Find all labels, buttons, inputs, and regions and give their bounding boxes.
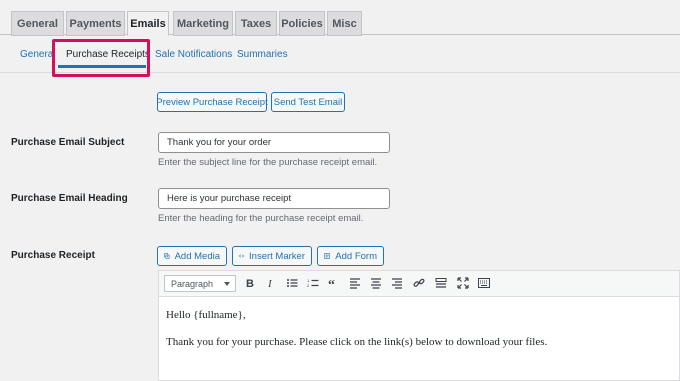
preview-receipt-button[interactable]: Preview Purchase Receipt xyxy=(156,92,268,112)
settings-tabs: General Payments Emails Marketing Taxes … xyxy=(0,0,680,36)
tab-misc[interactable]: Misc xyxy=(327,11,362,36)
receipt-editor: Paragraph B I 12 “ Hello {fullname}, Tha… xyxy=(158,270,680,381)
send-test-email-button[interactable]: Send Test Email xyxy=(271,92,345,112)
subnav-summaries[interactable]: Summaries xyxy=(237,49,288,60)
svg-text:I: I xyxy=(267,278,273,289)
add-media-button[interactable]: Add Media xyxy=(157,246,227,266)
heading-label: Purchase Email Heading xyxy=(11,193,128,204)
heading-input[interactable]: Here is your purchase receipt xyxy=(158,188,390,209)
link-icon[interactable] xyxy=(412,276,426,290)
add-form-button[interactable]: Add Form xyxy=(317,246,384,266)
insert-marker-button[interactable]: Insert Marker xyxy=(232,246,312,266)
receipt-label: Purchase Receipt xyxy=(11,250,95,261)
insert-marker-label: Insert Marker xyxy=(249,250,305,262)
highlight-box xyxy=(52,39,150,77)
code-icon xyxy=(239,254,245,258)
content-greeting: Hello {fullname}, xyxy=(166,309,246,321)
align-right-icon[interactable] xyxy=(390,276,404,290)
italic-icon[interactable]: I xyxy=(264,276,278,290)
tab-policies[interactable]: Policies xyxy=(279,11,325,36)
subject-description: Enter the subject line for the purchase … xyxy=(158,157,378,168)
align-center-icon[interactable] xyxy=(369,276,383,290)
tab-payments[interactable]: Payments xyxy=(66,11,125,36)
horizontal-rule-icon[interactable] xyxy=(434,276,448,290)
fullscreen-icon[interactable] xyxy=(456,276,470,290)
tab-emails[interactable]: Emails xyxy=(127,11,169,36)
add-form-label: Add Form xyxy=(335,250,377,262)
tab-marketing[interactable]: Marketing xyxy=(173,11,233,36)
numbered-list-icon[interactable]: 12 xyxy=(306,276,320,290)
subnav-general[interactable]: General xyxy=(20,49,56,60)
form-icon xyxy=(324,253,331,259)
tab-general[interactable]: General xyxy=(11,11,64,36)
content-body: Thank you for your purchase. Please clic… xyxy=(166,336,548,348)
svg-text:2: 2 xyxy=(307,283,310,288)
add-media-label: Add Media xyxy=(174,250,220,262)
editor-toolbar: Paragraph B I 12 “ xyxy=(159,271,679,297)
heading-description: Enter the heading for the purchase recei… xyxy=(158,213,364,224)
align-left-icon[interactable] xyxy=(348,276,362,290)
tab-taxes[interactable]: Taxes xyxy=(235,11,277,36)
bold-icon[interactable]: B xyxy=(243,276,257,290)
format-select-value: Paragraph xyxy=(171,278,214,289)
subject-input[interactable]: Thank you for your order xyxy=(158,132,390,153)
chevron-down-icon xyxy=(224,282,230,286)
subnav-sale-notifications[interactable]: Sale Notifications xyxy=(155,49,232,60)
media-icon xyxy=(164,253,170,259)
blockquote-icon[interactable]: “ xyxy=(327,276,341,290)
bullet-list-icon[interactable] xyxy=(285,276,299,290)
format-select[interactable]: Paragraph xyxy=(164,275,236,292)
subject-label: Purchase Email Subject xyxy=(11,137,125,148)
svg-text:“: “ xyxy=(328,278,335,289)
svg-text:B: B xyxy=(246,278,254,289)
toolbar-toggle-icon[interactable] xyxy=(477,276,491,290)
